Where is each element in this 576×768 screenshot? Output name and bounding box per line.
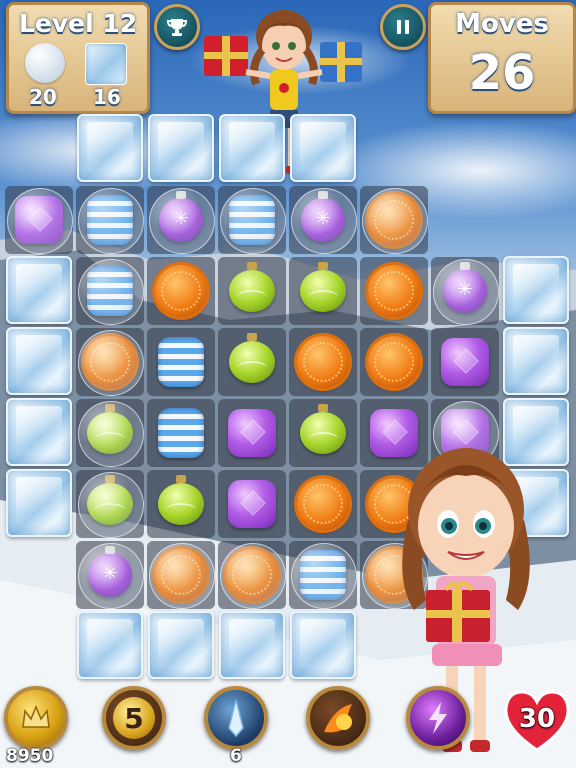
bubble-overlay <box>78 259 144 325</box>
blue-gem[interactable] <box>158 337 204 387</box>
ice-block <box>6 256 72 324</box>
bubble-overlay <box>220 188 286 254</box>
orange-gem[interactable] <box>297 336 349 388</box>
bubble-overlay <box>291 188 357 254</box>
coin-balance: 8950 <box>6 746 54 766</box>
orange-gem[interactable] <box>297 478 349 530</box>
bubble-overlay <box>362 188 428 254</box>
green-gem[interactable] <box>229 262 275 312</box>
orange-gem[interactable] <box>368 265 420 317</box>
bubble-overlay <box>78 472 144 538</box>
lives-heart[interactable]: 30 <box>502 690 572 754</box>
blue-gem[interactable] <box>158 408 204 458</box>
purple-gem[interactable] <box>228 480 276 528</box>
ice-spike-count: 6 <box>230 746 242 766</box>
purple-gem[interactable] <box>441 338 489 386</box>
green-gem[interactable] <box>229 333 275 383</box>
lives-count: 30 <box>518 704 556 734</box>
ice-block <box>77 114 143 182</box>
bubble-overlay <box>220 543 286 609</box>
bubble-overlay <box>433 259 499 325</box>
lightning-orb-icon <box>429 702 447 734</box>
green-gem[interactable] <box>300 262 346 312</box>
orange-gem[interactable] <box>368 336 420 388</box>
bubble-overlay <box>78 330 144 396</box>
purple-gem[interactable] <box>228 409 276 457</box>
lightning-orb-booster[interactable] <box>406 686 470 750</box>
bubble-overlay <box>78 188 144 254</box>
green-gem[interactable] <box>158 475 204 525</box>
ice-block <box>6 327 72 395</box>
coin-icon[interactable] <box>4 686 68 750</box>
bubble-overlay <box>78 401 144 467</box>
ice-block <box>148 611 214 679</box>
ice-block <box>503 327 569 395</box>
ice-block <box>6 469 72 537</box>
ice-block <box>219 114 285 182</box>
bubble-overlay <box>149 543 215 609</box>
ice-spike-icon <box>228 699 244 738</box>
bubble-overlay <box>78 543 144 609</box>
ice-block <box>148 114 214 182</box>
bubble-overlay <box>149 188 215 254</box>
ice-block <box>290 611 356 679</box>
bubble-overlay <box>7 188 73 254</box>
ice-block <box>503 256 569 324</box>
five-moves-icon: 5 <box>113 697 155 739</box>
ice-block <box>290 114 356 182</box>
ice-block <box>6 398 72 466</box>
bubble-overlay <box>291 543 357 609</box>
ice-spike-booster[interactable] <box>204 686 268 750</box>
ice-block <box>77 611 143 679</box>
orange-gem[interactable] <box>155 265 207 317</box>
five-moves-booster[interactable]: 5 <box>102 686 166 750</box>
fireball-icon <box>324 704 352 733</box>
crown-icon <box>22 705 50 728</box>
fireball-booster[interactable] <box>306 686 370 750</box>
ice-block <box>219 611 285 679</box>
green-gem[interactable] <box>300 404 346 454</box>
